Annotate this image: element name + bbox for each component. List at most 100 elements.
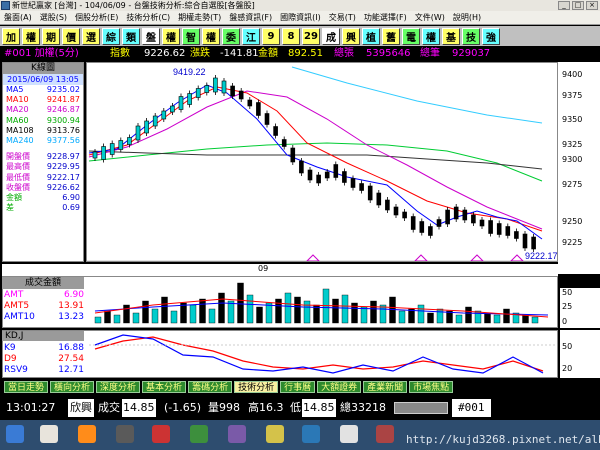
ohlc-value: 9222.17	[46, 172, 80, 182]
candle-body	[522, 233, 528, 249]
candle-body	[436, 219, 442, 227]
toolbar-button[interactable]: 成	[322, 27, 340, 45]
tab-4[interactable]: 籌碼分析	[188, 381, 233, 393]
ohlc-row: 金額 6.90	[3, 193, 83, 203]
toolbar-button[interactable]: 委	[222, 27, 240, 45]
candlestick-chart[interactable]: 9419.22 9222.17 09	[87, 63, 558, 275]
toolbar-button[interactable]: 權	[162, 27, 180, 45]
menu-item[interactable]: 盤感資訊(F)	[225, 11, 276, 24]
price-chart[interactable]: 9419.22 9222.17 09	[86, 62, 558, 275]
menu-item[interactable]: 說明(H)	[449, 11, 485, 24]
tab-5[interactable]: 技術分析	[234, 381, 279, 393]
toolbar-button[interactable]: 江	[242, 27, 260, 45]
volume-bar	[142, 300, 149, 324]
app-icon[interactable]	[152, 425, 170, 443]
tab-3[interactable]: 基本分析	[142, 381, 187, 393]
toolbar-button[interactable]: 電	[402, 27, 420, 45]
toolbar-button[interactable]: 技	[462, 27, 480, 45]
kd-panel[interactable]	[2, 330, 558, 378]
app-icon[interactable]	[302, 425, 320, 443]
toolbar-button[interactable]: 基	[442, 27, 460, 45]
tab-8[interactable]: 產業新聞	[363, 381, 408, 393]
toolbar-button[interactable]: 權	[202, 27, 220, 45]
toolbar-button[interactable]: 強	[482, 27, 500, 45]
ma240-line	[291, 66, 543, 124]
toolbar-button[interactable]: 權	[422, 27, 440, 45]
volume-bar	[503, 308, 510, 324]
maximize-button[interactable]: □	[572, 1, 584, 10]
tab-2[interactable]: 深度分析	[96, 381, 141, 393]
app-icon[interactable]	[78, 425, 96, 443]
menu-item[interactable]: 盤面(A)	[0, 11, 36, 24]
app-icon[interactable]	[266, 425, 284, 443]
toolbar-button[interactable]: 加	[2, 27, 20, 45]
toolbar-button[interactable]: 價	[62, 27, 80, 45]
quote-volume: 量998	[208, 401, 240, 414]
menu-item[interactable]: 功能選擇(F)	[360, 11, 411, 24]
tab-9[interactable]: 市場焦點	[409, 381, 454, 393]
app-icon[interactable]	[116, 425, 134, 443]
volume-panel[interactable]	[2, 276, 558, 328]
tab-1[interactable]: 橫向分析	[50, 381, 95, 393]
menu-item[interactable]: 文件(W)	[411, 11, 449, 24]
app-icon[interactable]	[190, 425, 208, 443]
toolbar-button[interactable]: 智	[182, 27, 200, 45]
candle-body	[264, 113, 270, 125]
toolbar-button[interactable]: 盤	[142, 27, 160, 45]
toolbar-button[interactable]: 9	[262, 27, 280, 45]
app-icon[interactable]	[228, 425, 246, 443]
volume-bar	[237, 282, 244, 324]
menu-item[interactable]: 國際資訊(I)	[276, 11, 325, 24]
volume-chart[interactable]	[3, 277, 557, 327]
toolbar-button[interactable]: 選	[82, 27, 100, 45]
toolbar-button[interactable]: 興	[342, 27, 360, 45]
legend-row: AMT 6.90	[4, 290, 84, 301]
price-tick: 9250	[562, 217, 583, 226]
minimize-button[interactable]: _	[558, 1, 570, 10]
quote-code[interactable]: #001	[452, 399, 491, 417]
toolbar-button[interactable]: 植	[362, 27, 380, 45]
volume-legend: AMT 6.90 AMT5 13.91 AMT10 13.23	[4, 290, 84, 323]
toolbar-button[interactable]: 綜	[102, 27, 120, 45]
candle-body	[471, 214, 476, 224]
change-value: -141.81	[220, 48, 259, 59]
volume-bar	[132, 312, 140, 324]
tab-6[interactable]: 行事曆	[280, 381, 316, 393]
toolbar-button[interactable]: 29	[302, 27, 320, 45]
toolbar-button[interactable]: 期	[42, 27, 60, 45]
volume-bar	[360, 306, 368, 324]
volume-bar	[189, 304, 197, 324]
tab-0[interactable]: 當日走勢	[4, 381, 49, 393]
watermark-text: http://kujd3268.pixnet.net/album	[406, 433, 600, 446]
ohlc-row: 差 0.69	[3, 203, 83, 213]
close-button[interactable]: ×	[586, 1, 598, 10]
ohlc-value: 0.69	[62, 203, 80, 213]
toolbar-button[interactable]: 舊	[382, 27, 400, 45]
candle-body	[324, 171, 330, 179]
menu-item[interactable]: 選股(S)	[36, 11, 71, 24]
time-tick: 09	[258, 264, 269, 273]
toolbar-button[interactable]: 類	[122, 27, 140, 45]
quote-name[interactable]: 欣興	[68, 399, 94, 417]
toolbar-button[interactable]: 權	[22, 27, 40, 45]
start-icon[interactable]	[6, 425, 24, 443]
tab-7[interactable]: 大額證券	[317, 381, 362, 393]
app-icon[interactable]	[340, 425, 358, 443]
menu-item[interactable]: 期權走勢(T)	[174, 11, 225, 24]
kd-chart[interactable]	[3, 331, 557, 377]
analysis-tabs: 當日走勢 橫向分析 深度分析 基本分析 籌碼分析 技術分析 行事曆 大額證券 產業新聞 市場焦點	[4, 381, 600, 393]
app-icon[interactable]	[40, 425, 58, 443]
volume-bar	[303, 300, 311, 324]
menu-item[interactable]: 技術分析(C)	[122, 11, 174, 24]
app-icon[interactable]	[376, 425, 394, 443]
indicator-side-panel: K線圖 2015/06/09 13:05 MA5 9235.02 MA10 9241.…	[2, 62, 84, 262]
ma-row: MA5 9235.02	[3, 85, 83, 95]
volume-header: 成交金額	[2, 277, 84, 289]
menu-item[interactable]: 交易(T)	[325, 11, 360, 24]
toolbar-button[interactable]: 8	[282, 27, 300, 45]
menu-item[interactable]: 個股分析(E)	[71, 11, 122, 24]
ma-value: 9246.87	[46, 105, 80, 115]
ma-row: MA60 9300.94	[3, 116, 83, 126]
ohlc-name: 差	[6, 203, 14, 213]
candle-body	[393, 206, 399, 216]
